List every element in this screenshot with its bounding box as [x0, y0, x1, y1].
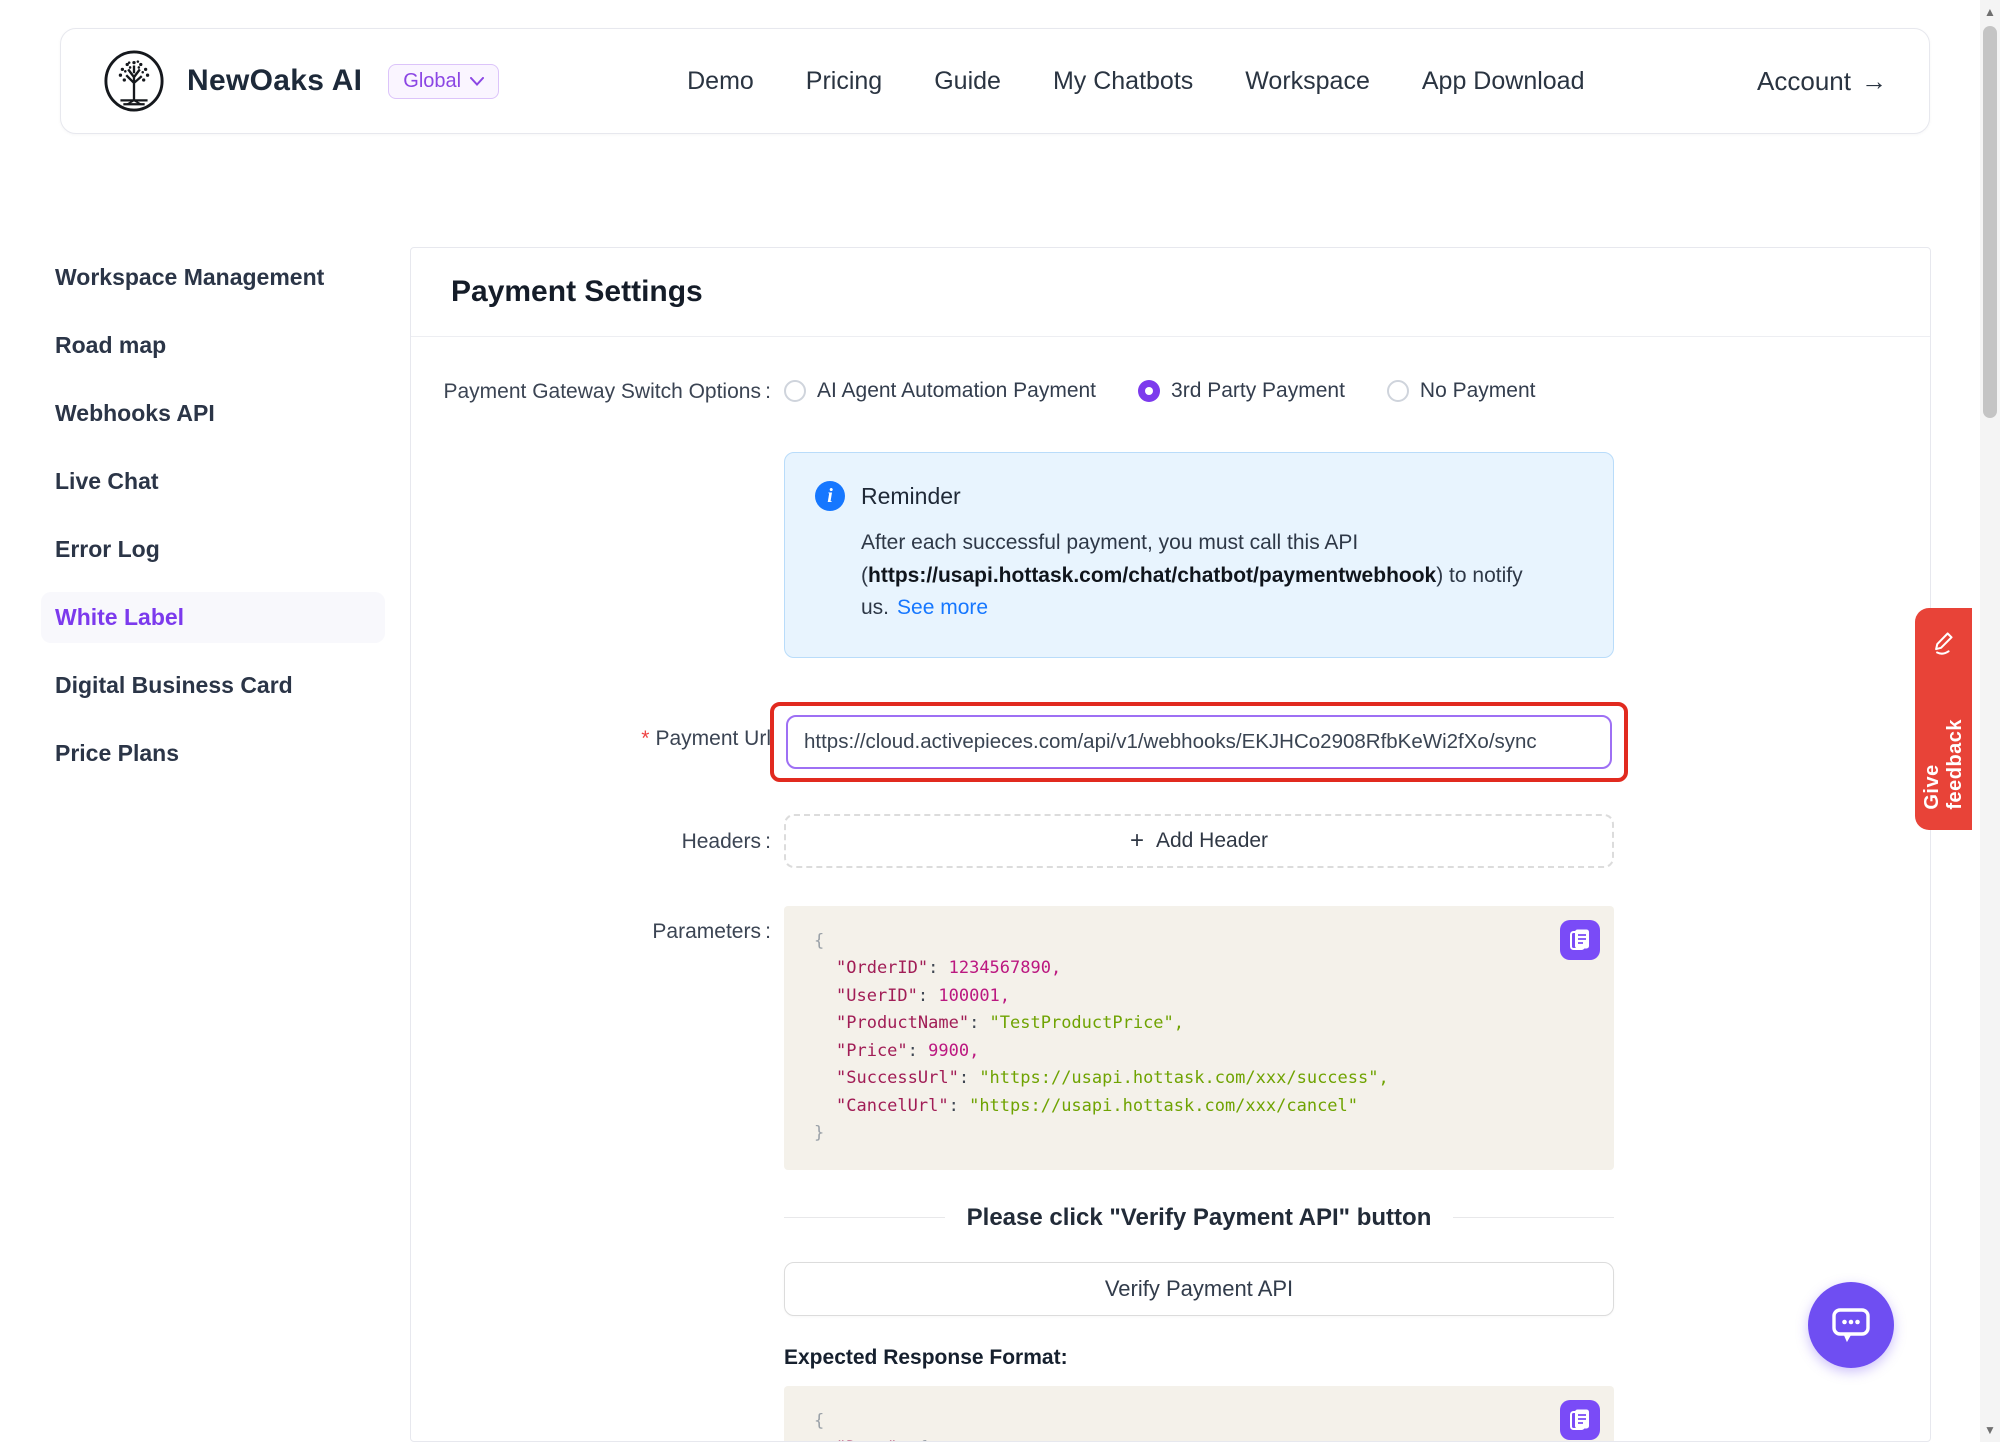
parameters-label: Parameters :	[411, 906, 771, 1170]
code-line: "CancelUrl": "https://usapi.hottask.com/…	[814, 1093, 1584, 1121]
reminder-alert: i Reminder After each successful payment…	[784, 452, 1614, 658]
verify-payment-api-button[interactable]: Verify Payment API	[784, 1262, 1614, 1316]
code-line: "OrderID": 1234567890,	[814, 955, 1584, 983]
payment-settings-panel: Payment Settings Payment Gateway Switch …	[410, 247, 1931, 1442]
gateway-switch-row: Payment Gateway Switch Options : AI Agen…	[411, 377, 1930, 404]
give-feedback-label: Give feedback	[1921, 671, 1967, 810]
sidebar-item-webhooks-api[interactable]: Webhooks API	[41, 388, 385, 439]
region-dropdown[interactable]: Global	[388, 64, 499, 99]
radio-circle-icon[interactable]	[1387, 380, 1409, 402]
newoaks-logo-icon	[103, 50, 165, 112]
code-line: "Data": {	[814, 1435, 1584, 1442]
expected-response-label-row: Expected Response Format:	[411, 1346, 1930, 1370]
verify-instruction-row: Please click "Verify Payment API" button	[411, 1204, 1930, 1232]
radio-no-payment[interactable]: No Payment	[1387, 379, 1536, 403]
scroll-down-arrow-icon[interactable]: ▼	[1980, 1423, 2000, 1437]
main-nav: Demo Pricing Guide My Chatbots Workspace…	[687, 67, 1584, 96]
sidebar-item-live-chat[interactable]: Live Chat	[41, 456, 385, 507]
page-title: Payment Settings	[451, 275, 1890, 309]
reminder-title: Reminder	[861, 483, 961, 510]
parameters-code-block: { "OrderID": 1234567890, "UserID": 10000…	[784, 906, 1614, 1170]
vertical-scrollbar[interactable]: ▲ ▼	[1980, 0, 2000, 1442]
arrow-right-icon: →	[1861, 66, 1887, 97]
radio-3rd-party-payment[interactable]: 3rd Party Payment	[1138, 379, 1345, 403]
payment-url-label: *Payment Url	[411, 702, 771, 782]
expected-response-label: Expected Response Format:	[784, 1346, 1614, 1370]
account-link[interactable]: Account →	[1757, 66, 1887, 97]
nav-item-guide[interactable]: Guide	[934, 67, 1001, 96]
payment-url-input[interactable]	[786, 715, 1612, 769]
nav-item-pricing[interactable]: Pricing	[806, 67, 882, 96]
chat-bubble-icon	[1828, 1304, 1874, 1346]
info-icon: i	[815, 481, 845, 511]
sidebar-item-price-plans[interactable]: Price Plans	[41, 728, 385, 779]
sidebar-item-road-map[interactable]: Road map	[41, 320, 385, 371]
reminder-row: i Reminder After each successful payment…	[411, 452, 1930, 658]
radio-circle-checked-icon[interactable]	[1138, 380, 1160, 402]
sidebar-item-digital-business-card[interactable]: Digital Business Card	[41, 660, 385, 711]
add-header-button[interactable]: + Add Header	[784, 814, 1614, 868]
reminder-text: After each successful payment, you must …	[861, 527, 1561, 625]
gateway-radio-group: AI Agent Automation Payment 3rd Party Pa…	[784, 377, 1614, 404]
code-line: "Price": 9900,	[814, 1038, 1584, 1066]
nav-item-app-download[interactable]: App Download	[1422, 67, 1585, 96]
chat-widget-button[interactable]	[1808, 1282, 1894, 1368]
nav-item-my-chatbots[interactable]: My Chatbots	[1053, 67, 1193, 96]
see-more-link[interactable]: See more	[897, 596, 988, 619]
copy-icon[interactable]	[1560, 1400, 1600, 1440]
panel-header: Payment Settings	[411, 248, 1930, 337]
brand-name: NewOaks AI	[187, 64, 362, 98]
give-feedback-tab[interactable]: Give feedback	[1915, 608, 1972, 830]
sidebar-item-error-log[interactable]: Error Log	[41, 524, 385, 575]
copy-icon[interactable]	[1560, 920, 1600, 960]
expected-response-code-block: { "Data": { "URL": "https://checkout.str…	[784, 1386, 1614, 1442]
required-asterisk: *	[641, 727, 649, 750]
pencil-icon	[1930, 628, 1958, 655]
gateway-switch-label: Payment Gateway Switch Options :	[411, 377, 771, 404]
verify-instruction: Please click "Verify Payment API" button	[784, 1204, 1614, 1232]
parameters-row: Parameters : { "OrderID": 1234567890, "U…	[411, 906, 1930, 1170]
verify-button-row: Verify Payment API	[411, 1262, 1930, 1316]
headers-label: Headers :	[411, 814, 771, 868]
top-navbar: NewOaks AI Global Demo Pricing Guide My …	[60, 28, 1930, 134]
payment-settings-form: Payment Gateway Switch Options : AI Agen…	[411, 337, 1930, 1442]
code-line: "UserID": 100001,	[814, 983, 1584, 1011]
nav-item-demo[interactable]: Demo	[687, 67, 754, 96]
account-label: Account	[1757, 66, 1851, 97]
code-line: "ProductName": "TestProductPrice",	[814, 1010, 1584, 1038]
sidebar-item-workspace-management[interactable]: Workspace Management	[41, 252, 385, 303]
chevron-down-icon	[470, 77, 484, 86]
payment-url-row: *Payment Url	[411, 702, 1930, 782]
plus-icon: +	[1130, 827, 1144, 855]
sidebar-item-white-label[interactable]: White Label	[41, 592, 385, 643]
headers-row: Headers : + Add Header	[411, 814, 1930, 868]
radio-ai-agent-automation-payment[interactable]: AI Agent Automation Payment	[784, 379, 1096, 403]
region-dropdown-label: Global	[403, 70, 461, 93]
nav-item-workspace[interactable]: Workspace	[1245, 67, 1370, 96]
radio-circle-icon[interactable]	[784, 380, 806, 402]
settings-sidebar: Workspace Management Road map Webhooks A…	[41, 252, 385, 796]
annotation-highlight-box	[770, 702, 1628, 782]
webhook-api-url: https://usapi.hottask.com/chat/chatbot/p…	[868, 564, 1436, 587]
expected-response-row: { "Data": { "URL": "https://checkout.str…	[411, 1386, 1930, 1442]
scroll-up-arrow-icon[interactable]: ▲	[1980, 5, 2000, 19]
scrollbar-thumb[interactable]	[1983, 26, 1997, 418]
code-line: "SuccessUrl": "https://usapi.hottask.com…	[814, 1065, 1584, 1093]
